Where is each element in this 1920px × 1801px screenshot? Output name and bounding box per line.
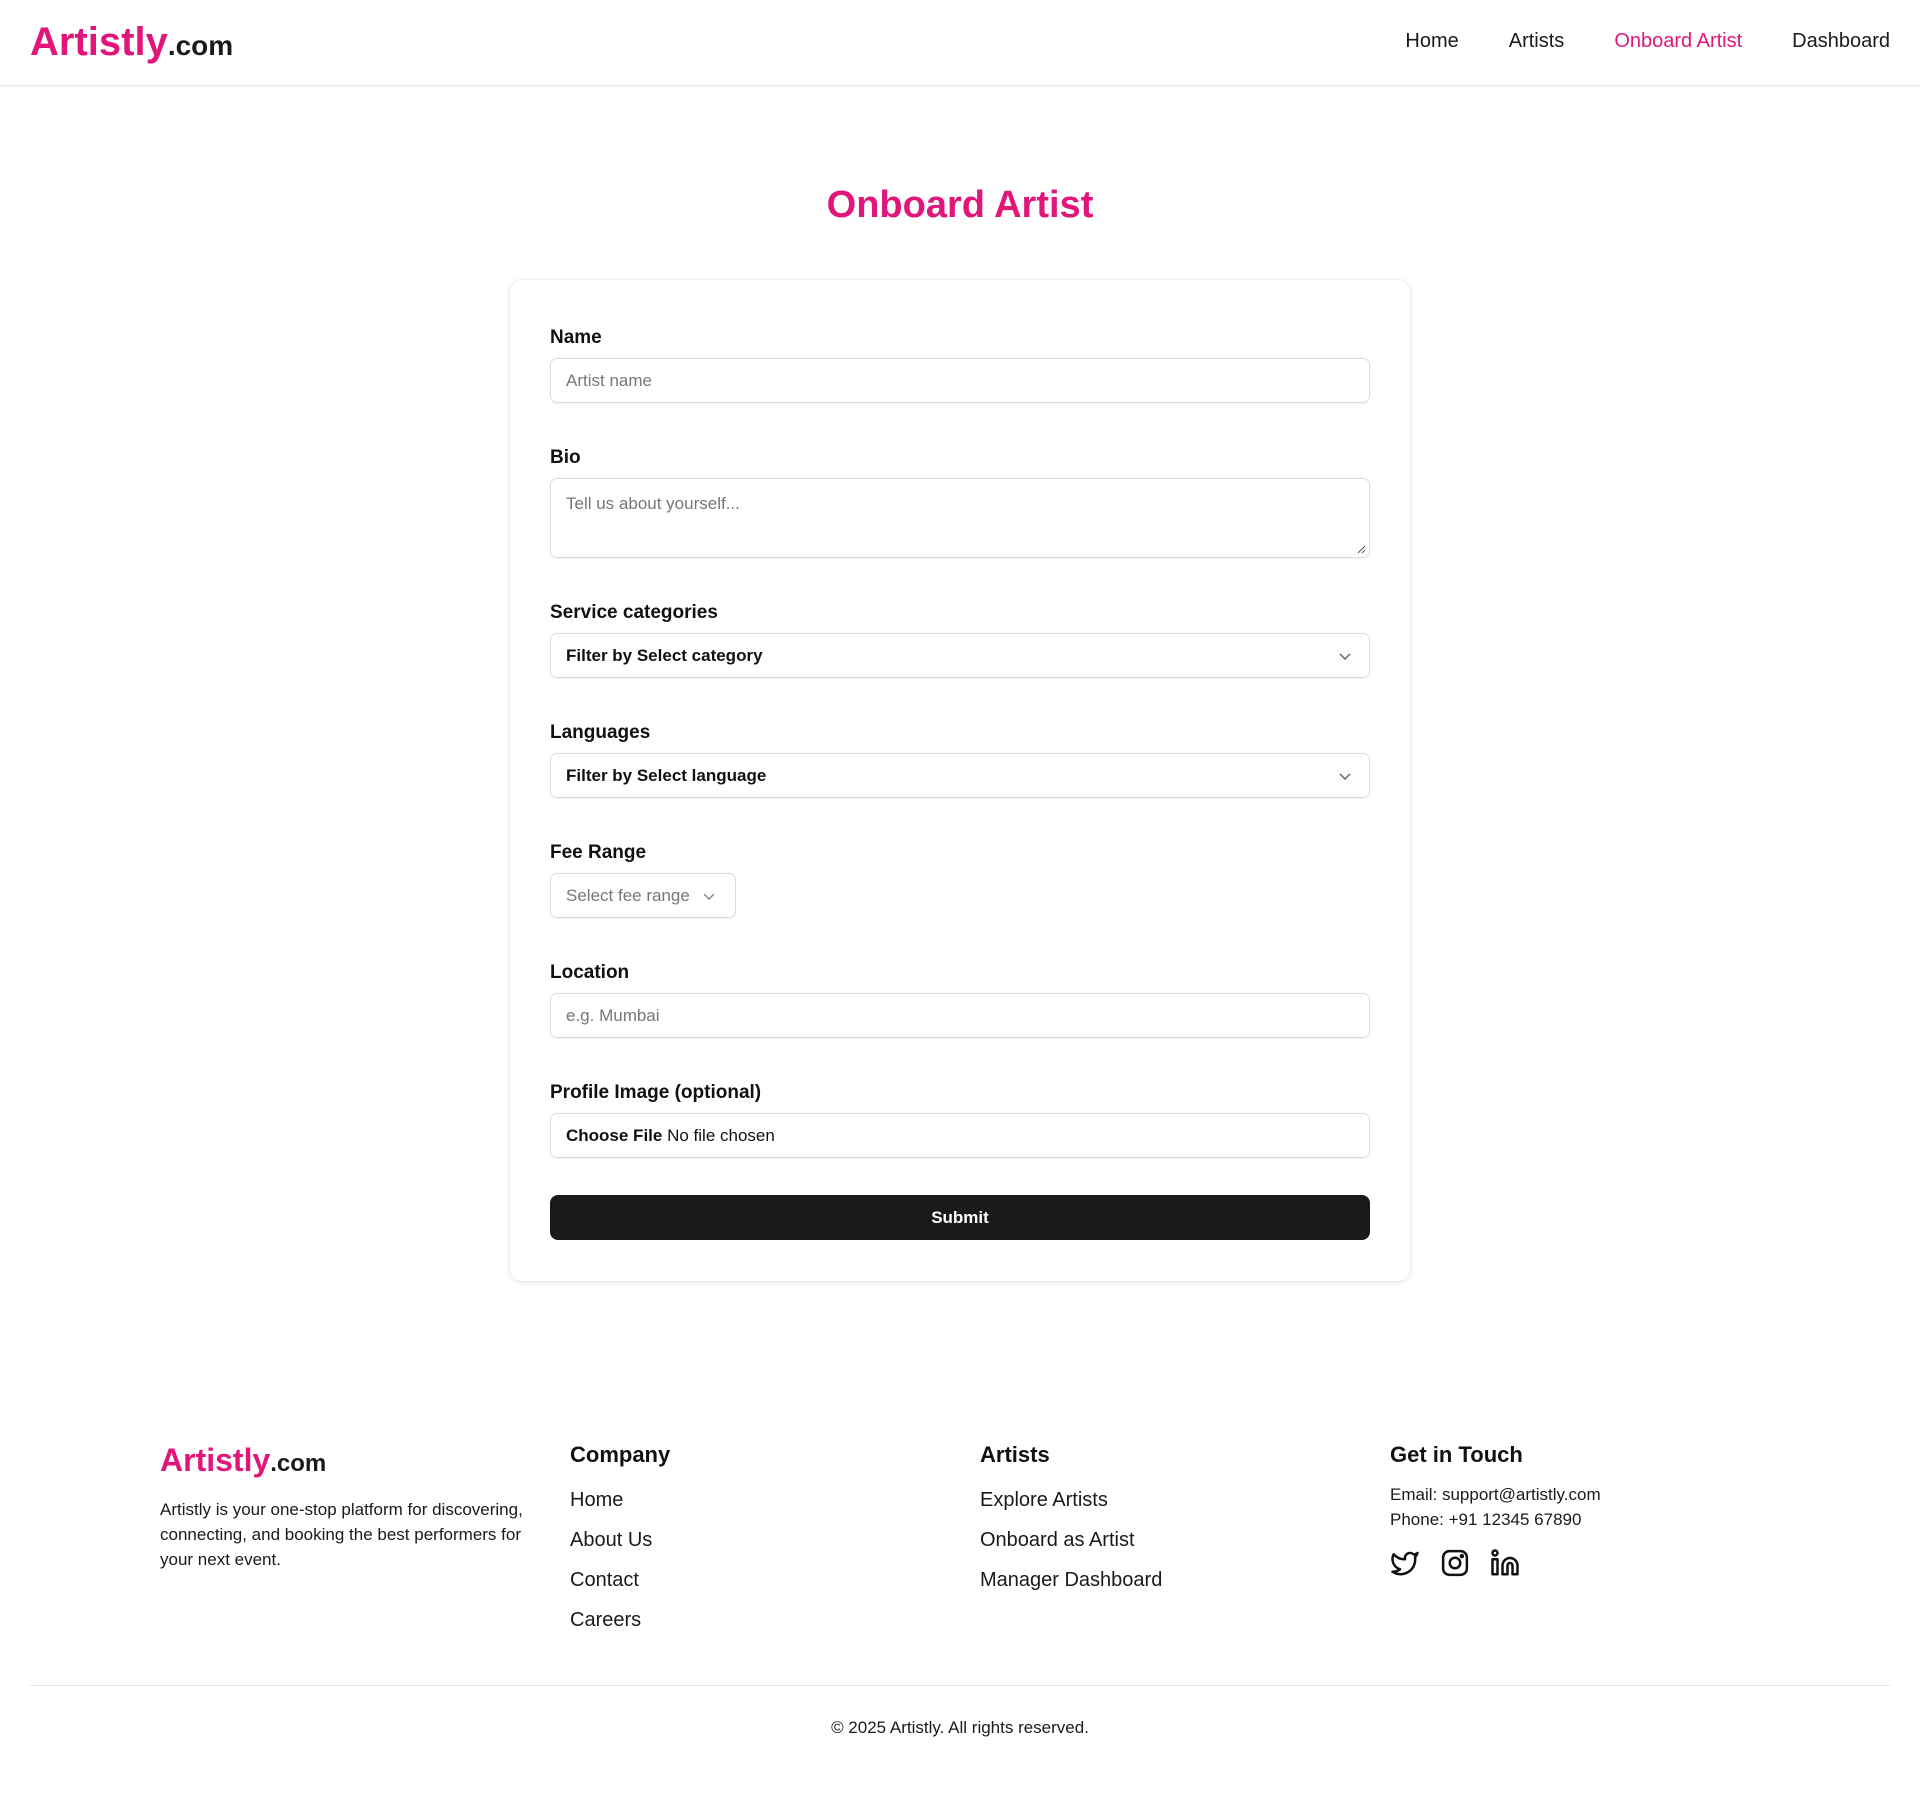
footer-description: Artistly is your one-stop platform for d… (160, 1500, 523, 1569)
copyright: © 2025 Artistly. All rights reserved. (831, 1718, 1089, 1737)
logo-tld: .com (167, 30, 234, 61)
footer-brand-column: Artistly.com Artistly is your one-stop p… (160, 1440, 525, 1572)
footer-contact-column: Get in Touch Email: support@artistly.com… (1390, 1440, 1601, 1578)
footer-phone: Phone: +91 12345 67890 (1390, 1510, 1582, 1529)
submit-button[interactable]: Submit (550, 1195, 1370, 1240)
twitter-icon[interactable] (1390, 1548, 1420, 1578)
footer-company-heading: Company (570, 1442, 671, 1467)
footer-company-links: Home About Us Contact Careers (570, 1480, 670, 1640)
onboard-form-card: Name Artist name Bio Tell us about yours… (510, 280, 1410, 1281)
chevron-down-icon (1339, 773, 1351, 781)
nav-artists[interactable]: Artists (1509, 30, 1565, 53)
nav-home[interactable]: Home (1405, 30, 1458, 53)
categories-field-group: Service categories Filter by Select cate… (550, 601, 1370, 678)
logo-brand: Artistly (30, 20, 168, 64)
fee-range-select[interactable]: Select fee range (550, 873, 736, 918)
footer-artists-column: Artists Explore Artists Onboard as Artis… (980, 1440, 1162, 1600)
location-field-group: Location e.g. Mumbai (550, 961, 1370, 1038)
profile-image-label: Profile Image (optional) (550, 1082, 762, 1103)
main-nav: Home Artists Onboard Artist Dashboard (1405, 30, 1890, 53)
file-status: No file chosen (667, 1126, 775, 1145)
profile-image-file-input[interactable]: Choose File No file chosen (550, 1113, 1370, 1158)
footer-link-explore-artists[interactable]: Explore Artists (980, 1480, 1162, 1520)
categories-label: Service categories (550, 602, 718, 623)
name-input[interactable]: Artist name (550, 358, 1370, 403)
site-header: Artistly.com Home Artists Onboard Artist… (0, 0, 1920, 86)
chevron-down-icon (1339, 653, 1351, 661)
social-links (1390, 1548, 1601, 1578)
category-select-value: Filter by Select category (566, 646, 763, 665)
footer-logo[interactable]: Artistly.com (160, 1442, 525, 1479)
footer-contact-heading: Get in Touch (1390, 1442, 1523, 1467)
fee-field-group: Fee Range Select fee range (550, 841, 1370, 918)
nav-dashboard[interactable]: Dashboard (1792, 30, 1890, 53)
resize-grip-icon[interactable] (1356, 544, 1366, 554)
choose-file-button[interactable]: Choose File (566, 1126, 662, 1145)
nav-onboard-artist[interactable]: Onboard Artist (1614, 30, 1742, 53)
site-logo[interactable]: Artistly.com (30, 20, 233, 65)
footer-link-onboard-as-artist[interactable]: Onboard as Artist (980, 1520, 1162, 1560)
language-select-value: Filter by Select language (566, 766, 767, 785)
fee-range-placeholder: Select fee range (566, 886, 690, 905)
footer-link-home[interactable]: Home (570, 1480, 670, 1520)
footer-email: Email: support@artistly.com (1390, 1485, 1601, 1504)
chevron-down-icon (703, 893, 715, 901)
category-select[interactable]: Filter by Select category (550, 633, 1370, 678)
footer-link-careers[interactable]: Careers (570, 1600, 670, 1640)
footer-divider (30, 1685, 1890, 1686)
languages-field-group: Languages Filter by Select language (550, 721, 1370, 798)
footer-artists-links: Explore Artists Onboard as Artist Manage… (980, 1480, 1162, 1600)
footer-link-contact[interactable]: Contact (570, 1560, 670, 1600)
footer-artists-heading: Artists (980, 1442, 1050, 1467)
image-field-group: Profile Image (optional) Choose File No … (550, 1081, 1370, 1158)
footer-logo-brand: Artistly (160, 1442, 271, 1478)
bio-label: Bio (550, 447, 581, 468)
footer-company-column: Company Home About Us Contact Careers (570, 1440, 670, 1640)
linkedin-icon[interactable] (1490, 1548, 1520, 1578)
location-input[interactable]: e.g. Mumbai (550, 993, 1370, 1038)
languages-label: Languages (550, 722, 651, 743)
instagram-icon[interactable] (1440, 1548, 1470, 1578)
footer-logo-tld: .com (270, 1450, 327, 1477)
bio-placeholder: Tell us about yourself... (566, 494, 740, 513)
name-label: Name (550, 327, 602, 348)
location-label: Location (550, 962, 630, 983)
page-title: Onboard Artist (826, 184, 1094, 226)
footer-link-about-us[interactable]: About Us (570, 1520, 670, 1560)
footer-link-manager-dashboard[interactable]: Manager Dashboard (980, 1560, 1162, 1600)
fee-label: Fee Range (550, 842, 647, 863)
bio-field-group: Bio Tell us about yourself... (550, 446, 1370, 558)
bio-textarea[interactable]: Tell us about yourself... (550, 478, 1370, 558)
name-field-group: Name Artist name (550, 326, 1370, 403)
language-select[interactable]: Filter by Select language (550, 753, 1370, 798)
